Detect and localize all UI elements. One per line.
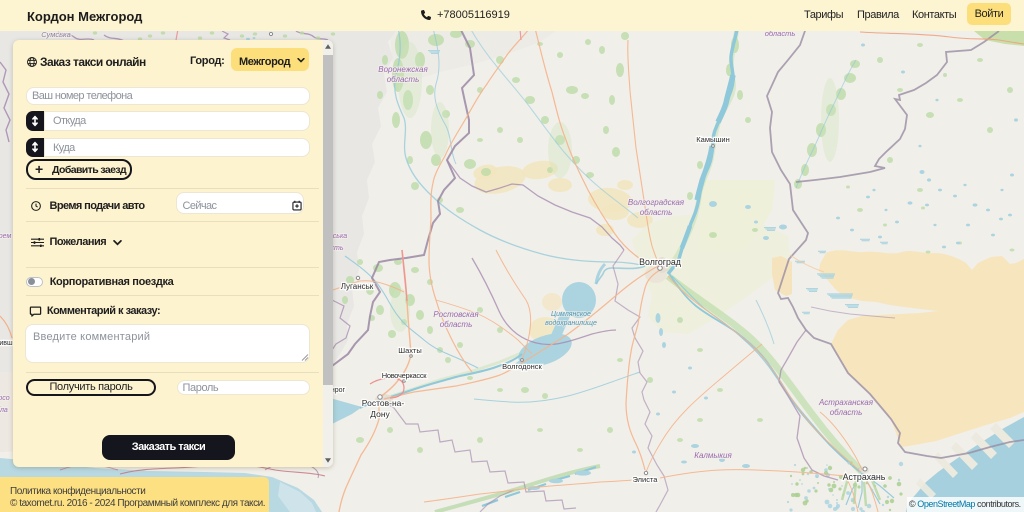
svg-text:область: область — [640, 208, 673, 217]
svg-text:Сумська: Сумська — [41, 30, 71, 39]
svg-text:Новочеркасск: Новочеркасск — [382, 371, 428, 380]
svg-text:Астраханская: Астраханская — [818, 398, 874, 407]
svg-text:рсо: рсо — [0, 395, 10, 402]
svg-text:Шахты: Шахты — [398, 346, 422, 355]
svg-text:Волгоград: Волгоград — [639, 257, 681, 267]
svg-text:Волгодонск: Волгодонск — [502, 362, 542, 371]
svg-text:Элиста: Элиста — [633, 475, 659, 484]
svg-text:Астрахань: Астрахань — [843, 472, 886, 482]
svg-text:нрог: нрог — [331, 387, 346, 394]
svg-text:ивш: ивш — [0, 340, 13, 347]
svg-text:бла: бла — [0, 406, 8, 414]
svg-text:область: область — [387, 75, 420, 84]
svg-text:Камышин: Камышин — [696, 135, 729, 144]
svg-text:область: область — [830, 408, 863, 417]
svg-text:Волгоградская: Волгоградская — [628, 198, 685, 207]
svg-text:Луганськ: Луганськ — [341, 282, 374, 291]
svg-text:ська: ська — [333, 233, 347, 240]
svg-text:рем: рем — [0, 233, 11, 240]
svg-text:Калмыкия: Калмыкия — [694, 451, 732, 460]
svg-text:Дону: Дону — [370, 409, 390, 419]
svg-text:область: область — [440, 320, 473, 329]
svg-text:Ростовская: Ростовская — [433, 310, 479, 319]
svg-text:Ростов-на-: Ростов-на- — [362, 398, 405, 408]
svg-text:Воронежская: Воронежская — [378, 65, 428, 74]
svg-text:водохранилище: водохранилище — [545, 319, 597, 327]
svg-text:Цимлянское: Цимлянское — [551, 311, 591, 318]
